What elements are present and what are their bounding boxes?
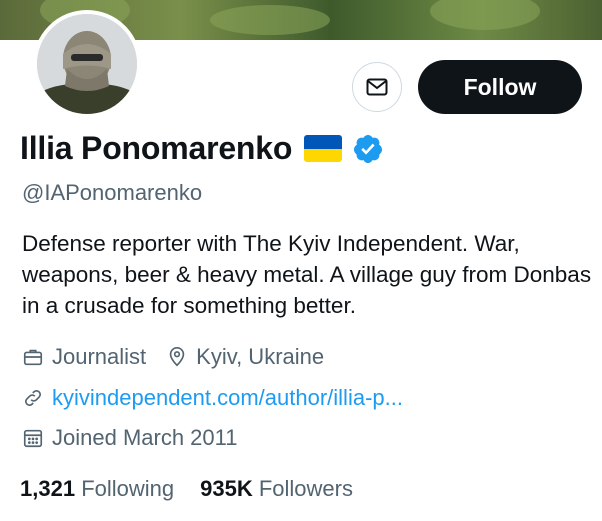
profile-bio: Defense reporter with The Kyiv Independe… xyxy=(22,231,592,318)
following-label: Following xyxy=(81,476,175,501)
profile-name: Illia Ponomarenko xyxy=(20,130,293,166)
profile-website-row: kyivindependent.com/author/illia-p... xyxy=(22,385,403,411)
message-button[interactable] xyxy=(352,62,402,112)
verified-badge-icon[interactable] xyxy=(352,133,384,165)
location-pin-icon xyxy=(169,347,185,367)
profile-meta-line: Journalist Kyiv, Ukraine xyxy=(22,344,324,370)
profile-website-link[interactable]: kyivindependent.com/author/illia-p... xyxy=(52,385,403,411)
profile-joined-row: Joined March 2011 xyxy=(22,425,238,451)
envelope-icon xyxy=(366,78,388,96)
followers-label: Followers xyxy=(258,476,353,501)
briefcase-icon xyxy=(23,349,43,366)
profile-stats: 1,321 Following 935K Followers xyxy=(20,476,353,502)
link-icon xyxy=(25,390,41,406)
followers-stat[interactable]: 935K Followers xyxy=(200,476,353,502)
avatar[interactable] xyxy=(33,10,141,118)
profile-handle: @IAPonomarenko xyxy=(22,180,203,205)
profile-name-row: Illia Ponomarenko xyxy=(20,130,384,167)
following-stat[interactable]: 1,321 Following xyxy=(20,476,174,502)
follow-button[interactable]: Follow xyxy=(418,60,582,114)
profile-joined-date: Joined March 2011 xyxy=(52,425,238,450)
following-count: 1,321 xyxy=(20,476,76,501)
ukraine-flag-icon xyxy=(304,135,343,162)
calendar-icon xyxy=(23,429,43,448)
profile-location: Kyiv, Ukraine xyxy=(196,344,325,369)
profile-category: Journalist xyxy=(52,344,147,369)
followers-count: 935K xyxy=(200,476,253,501)
